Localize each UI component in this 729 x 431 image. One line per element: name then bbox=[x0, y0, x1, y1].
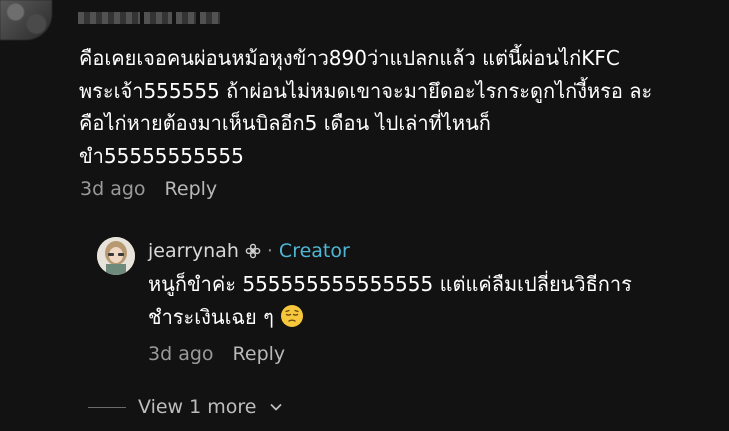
pensive-face-icon bbox=[281, 304, 304, 327]
blur-segment bbox=[176, 12, 196, 24]
comment-thread: คือเคยเจอคนผ่อนหม้อหุงข้าว890ว่าแปลกแล้ว… bbox=[0, 0, 729, 431]
chevron-down-icon bbox=[271, 404, 282, 411]
blurred-avatar[interactable] bbox=[0, 0, 52, 40]
separator-dot: · bbox=[266, 240, 273, 262]
creator-username[interactable]: jearrynah bbox=[148, 240, 239, 262]
comment-timestamp: 3d ago bbox=[80, 178, 146, 200]
blur-segment bbox=[144, 12, 172, 24]
divider-line bbox=[88, 406, 126, 408]
reply-text: หนูก็ขำค่ะ 555555555555555 แต่แค่ลืมเปลี… bbox=[148, 268, 708, 333]
reply-timestamp: 3d ago bbox=[148, 343, 214, 365]
reply-meta: 3d ago Reply bbox=[148, 343, 285, 365]
reply-header: jearrynah · Creator bbox=[148, 240, 350, 262]
flower-icon bbox=[245, 243, 261, 259]
view-more-replies-button[interactable]: View 1 more bbox=[88, 396, 284, 418]
reply-to-reply-button[interactable]: Reply bbox=[233, 343, 286, 365]
comment-text: คือเคยเจอคนผ่อนหม้อหุงข้าว890ว่าแปลกแล้ว… bbox=[79, 46, 653, 168]
blurred-username[interactable] bbox=[78, 12, 220, 24]
comment-meta: 3d ago Reply bbox=[80, 178, 217, 200]
reply-button[interactable]: Reply bbox=[165, 178, 218, 200]
blur-segment bbox=[200, 12, 220, 24]
reply-text-body: หนูก็ขำค่ะ 555555555555555 แต่แค่ลืมเปลี… bbox=[148, 272, 632, 329]
blur-segment bbox=[78, 12, 140, 24]
creator-avatar[interactable] bbox=[97, 237, 135, 275]
avatar-image bbox=[97, 237, 135, 275]
creator-badge: Creator bbox=[278, 240, 350, 262]
view-more-label: View 1 more bbox=[138, 396, 257, 418]
